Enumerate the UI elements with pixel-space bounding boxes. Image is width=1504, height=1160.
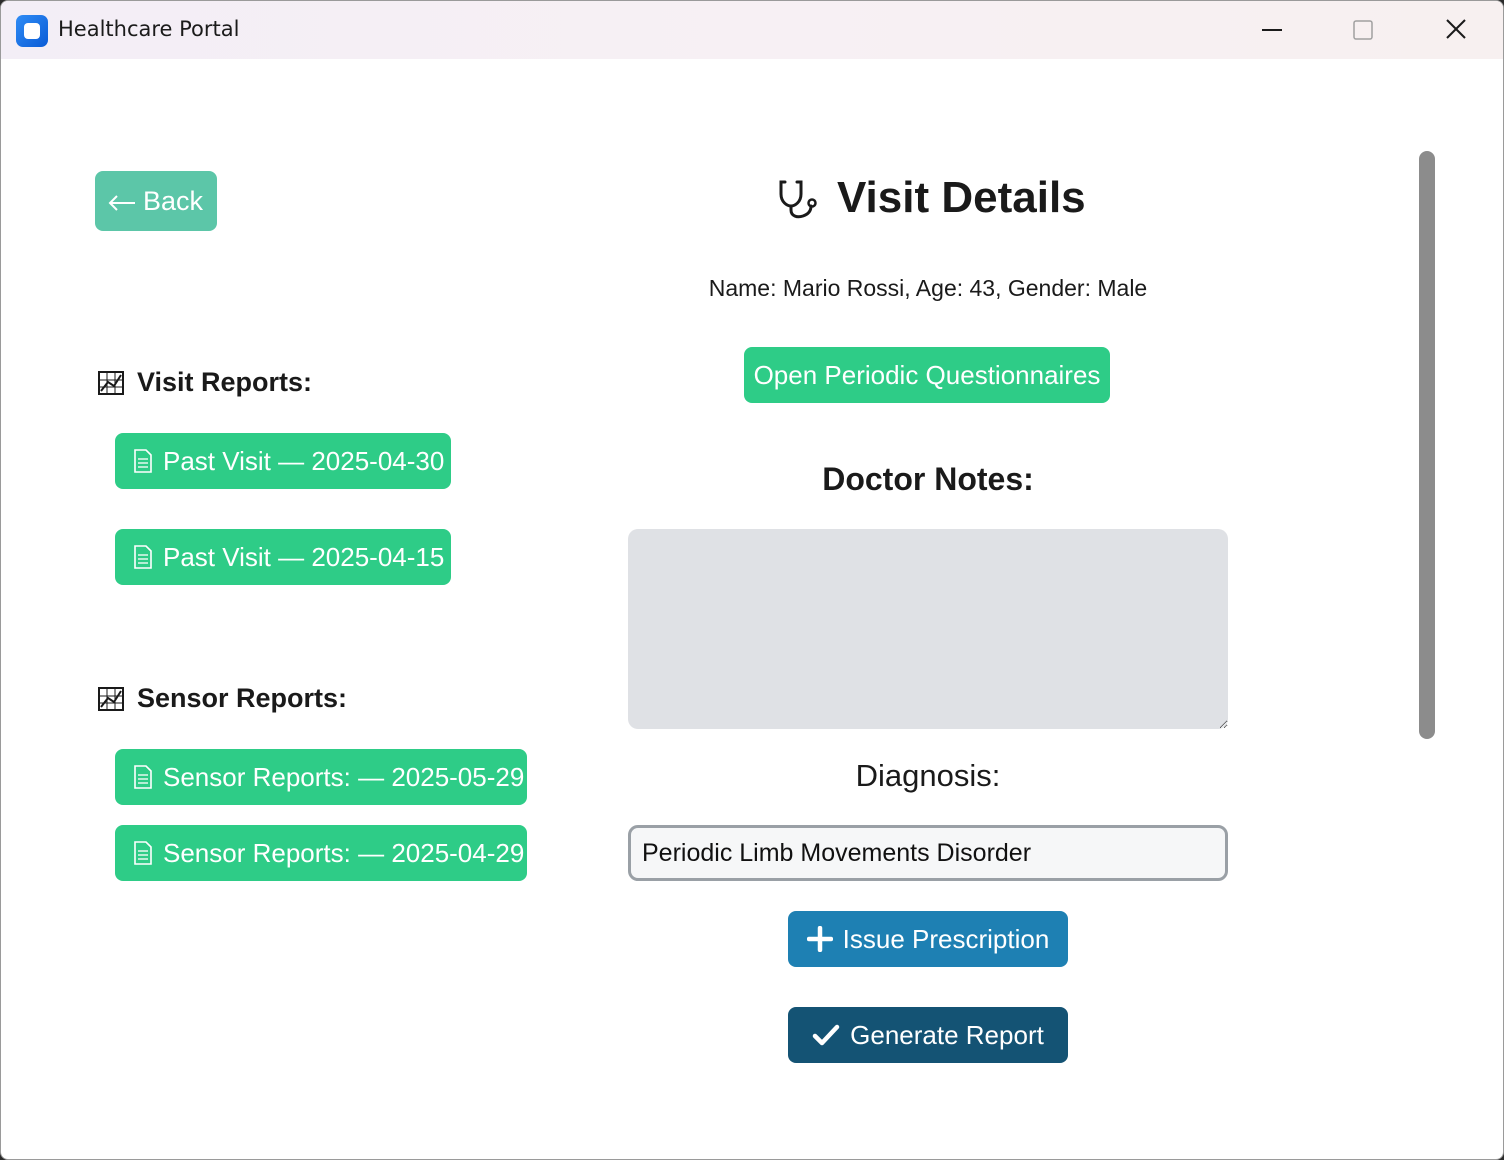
document-icon [134, 765, 152, 789]
app-icon [16, 15, 48, 47]
document-icon [134, 449, 152, 473]
page-title-text: Visit Details [837, 173, 1086, 222]
close-icon [1446, 19, 1466, 39]
back-button-label: Back [143, 185, 204, 216]
document-icon [134, 545, 152, 569]
generate-report-button[interactable]: Generate Report [788, 1007, 1068, 1063]
page-title: Visit Details [775, 173, 1086, 223]
sensor-report-label: Sensor Reports: — 2025-04-29 [163, 837, 525, 868]
past-visit-label: Past Visit — 2025-04-30 [163, 445, 445, 476]
past-visit-button[interactable]: Past Visit — 2025-04-30 [115, 433, 451, 489]
close-button[interactable] [1433, 9, 1479, 51]
chart-icon [98, 686, 124, 711]
doctor-notes-label: Doctor Notes: [822, 461, 1034, 497]
back-button[interactable]: Back [95, 171, 217, 231]
diagnosis-field[interactable]: Periodic Limb Movements Disorder [628, 825, 1228, 881]
sensor-report-label: Sensor Reports: — 2025-05-29 [163, 761, 525, 792]
diagnosis-label: Diagnosis: [855, 758, 1001, 793]
vertical-scrollbar[interactable] [1419, 151, 1435, 739]
generate-report-label: Generate Report [850, 1019, 1044, 1050]
issue-prescription-label: Issue Prescription [842, 923, 1050, 954]
minimize-button[interactable] [1249, 9, 1295, 51]
document-icon [134, 841, 152, 865]
chart-icon [98, 370, 124, 395]
open-questionnaires-button[interactable]: Open Periodic Questionnaires [744, 347, 1110, 403]
visit-reports-heading: Visit Reports: [97, 367, 312, 398]
patient-info: Name: Mario Rossi, Age: 43, Gender: Male [708, 275, 1148, 301]
past-visit-button[interactable]: Past Visit — 2025-04-15 [115, 529, 451, 585]
issue-prescription-button[interactable]: Issue Prescription [788, 911, 1068, 967]
sensor-reports-heading: Sensor Reports: [97, 683, 347, 714]
check-icon [812, 1024, 840, 1046]
past-visit-label: Past Visit — 2025-04-15 [163, 541, 445, 572]
visit-reports-heading-label: Visit Reports: [137, 367, 313, 397]
sensor-reports-heading-label: Sensor Reports: [137, 683, 348, 713]
sensor-report-button[interactable]: Sensor Reports: — 2025-04-29 [115, 825, 527, 881]
arrow-left-icon [108, 195, 135, 211]
minimize-icon [1262, 29, 1282, 31]
window-title: Healthcare Portal [58, 17, 240, 41]
title-bar: Healthcare Portal [1, 1, 1503, 59]
app-window: Healthcare Portal Back Visit Reports: Pa… [0, 0, 1504, 1160]
stethoscope-icon [779, 180, 817, 219]
plus-icon [806, 926, 833, 952]
maximize-button[interactable] [1340, 9, 1386, 51]
doctor-notes-field[interactable] [628, 529, 1228, 729]
sensor-report-button[interactable]: Sensor Reports: — 2025-05-29 [115, 749, 527, 805]
open-questionnaires-label: Open Periodic Questionnaires [753, 359, 1101, 390]
maximize-icon [1353, 20, 1373, 40]
